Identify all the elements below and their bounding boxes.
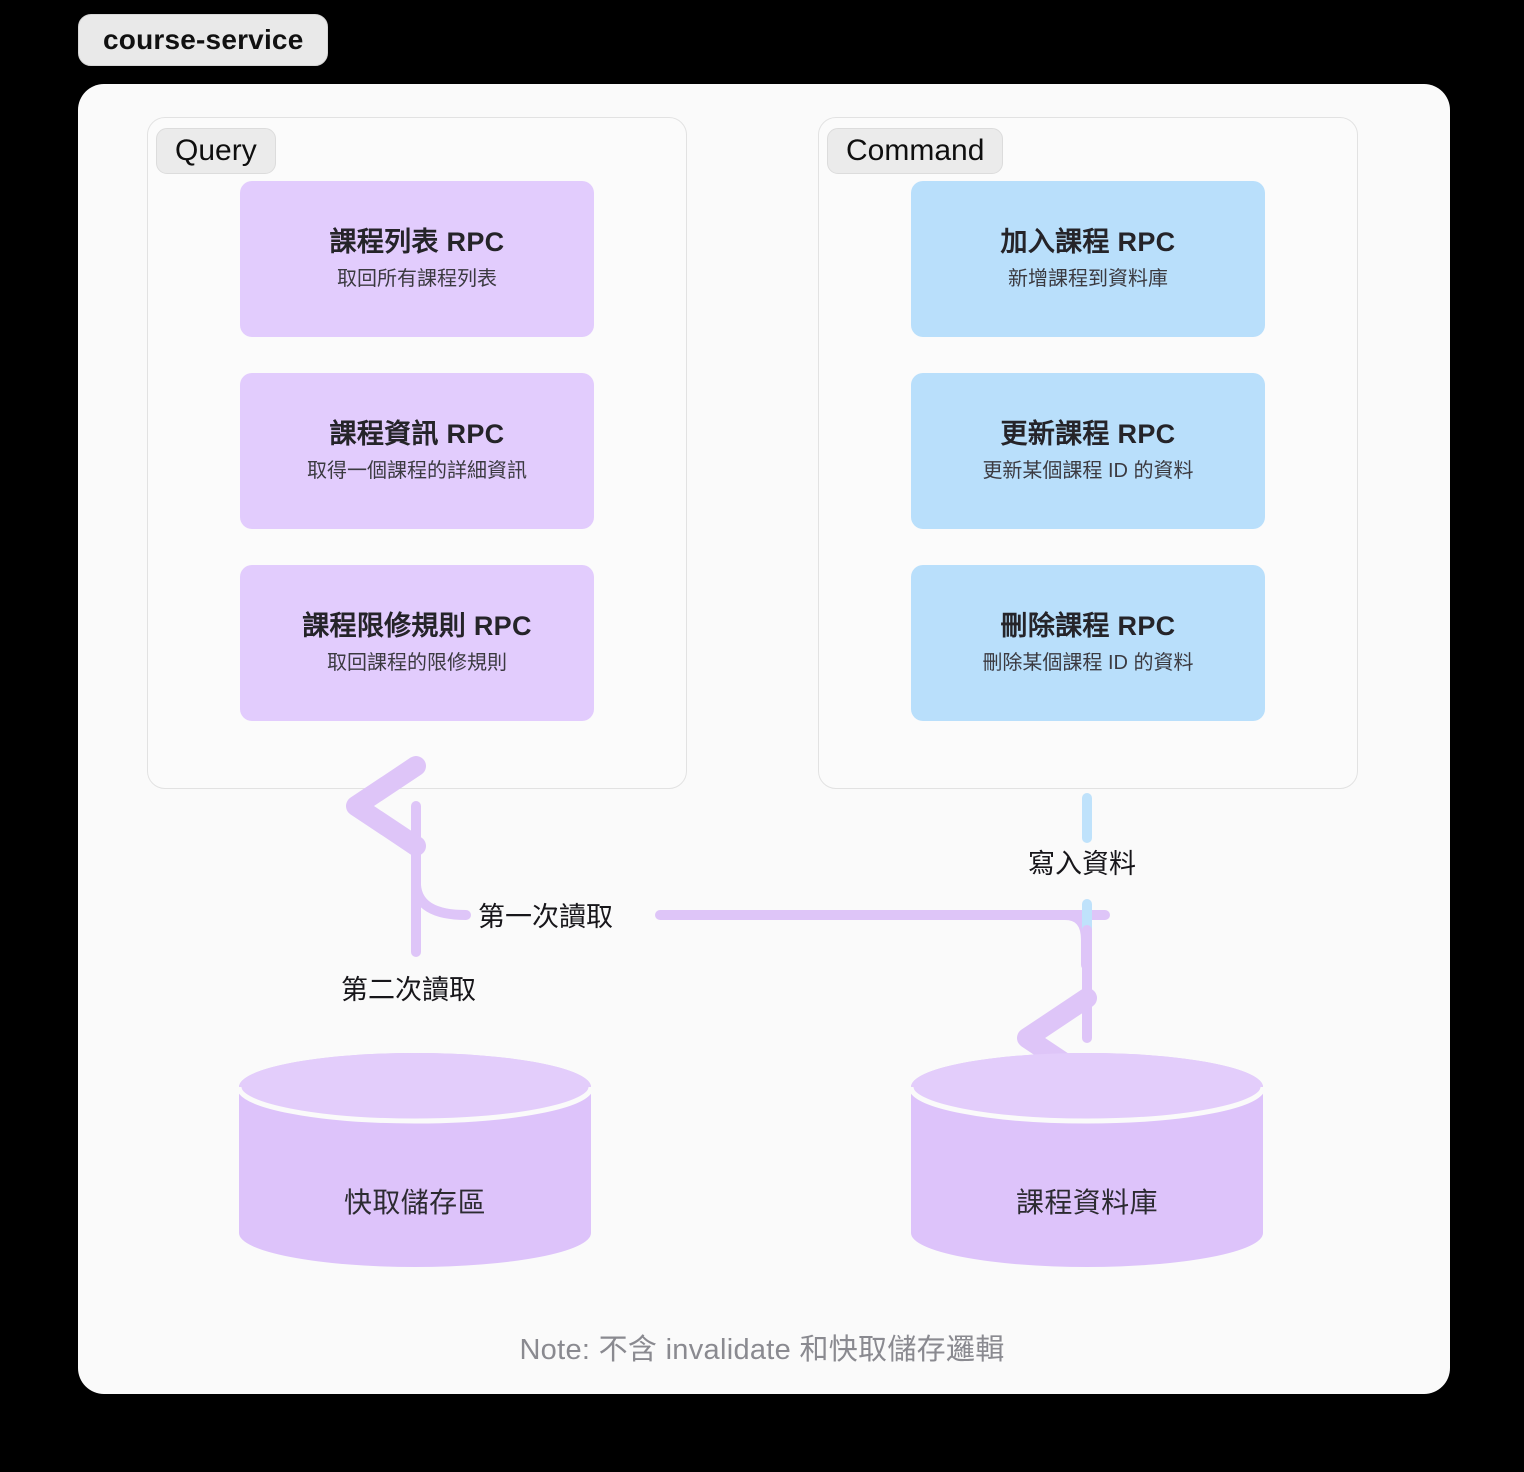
footer-note: Note: 不含 invalidate 和快取儲存邏輯 bbox=[519, 1334, 1005, 1366]
diagram-root: course-service Query 課程列表 RPC 取回所有課程列表 課… bbox=[0, 0, 1524, 1472]
cylinder-shape bbox=[911, 1053, 1263, 1267]
datastore-cache[interactable]: 快取儲存區 bbox=[239, 1053, 591, 1267]
group-label-query: Query bbox=[156, 128, 276, 174]
datastore-course-database[interactable]: 課程資料庫 bbox=[911, 1053, 1263, 1267]
rpc-card-title: 課程資訊 RPC bbox=[329, 419, 505, 450]
rpc-card-title: 更新課程 RPC bbox=[1000, 419, 1176, 450]
rpc-card-desc: 新增課程到資料庫 bbox=[1008, 267, 1168, 290]
group-label-command: Command bbox=[827, 128, 1004, 174]
rpc-card-update-course[interactable]: 更新課程 RPC 更新某個課程 ID 的資料 bbox=[911, 373, 1265, 529]
rpc-card-course-restriction-rule[interactable]: 課程限修規則 RPC 取回課程的限修規則 bbox=[240, 565, 594, 721]
rpc-card-title: 刪除課程 RPC bbox=[1000, 611, 1176, 642]
cylinder-shape bbox=[239, 1053, 591, 1267]
rpc-card-title: 課程限修規則 RPC bbox=[302, 611, 532, 642]
rpc-card-course-info[interactable]: 課程資訊 RPC 取得一個課程的詳細資訊 bbox=[240, 373, 594, 529]
rpc-card-desc: 取回課程的限修規則 bbox=[327, 651, 507, 674]
datastore-label: 快取儲存區 bbox=[343, 1187, 486, 1218]
edge-label-write: 寫入資料 bbox=[1022, 846, 1142, 883]
edge-label-first-read: 第一次讀取 bbox=[472, 899, 619, 936]
rpc-card-desc: 取回所有課程列表 bbox=[337, 267, 497, 290]
edge-label-second-read: 第二次讀取 bbox=[335, 972, 482, 1009]
rpc-card-course-list[interactable]: 課程列表 RPC 取回所有課程列表 bbox=[240, 181, 594, 337]
rpc-card-desc: 取得一個課程的詳細資訊 bbox=[307, 459, 527, 482]
rpc-card-desc: 刪除某個課程 ID 的資料 bbox=[982, 651, 1194, 674]
rpc-card-title: 課程列表 RPC bbox=[329, 227, 505, 258]
rpc-card-add-course[interactable]: 加入課程 RPC 新增課程到資料庫 bbox=[911, 181, 1265, 337]
rpc-card-delete-course[interactable]: 刪除課程 RPC 刪除某個課程 ID 的資料 bbox=[911, 565, 1265, 721]
service-title-badge: course-service bbox=[78, 14, 329, 66]
rpc-card-title: 加入課程 RPC bbox=[1000, 227, 1176, 258]
datastore-label: 課程資料庫 bbox=[1015, 1187, 1158, 1218]
rpc-card-desc: 更新某個課程 ID 的資料 bbox=[982, 459, 1194, 482]
